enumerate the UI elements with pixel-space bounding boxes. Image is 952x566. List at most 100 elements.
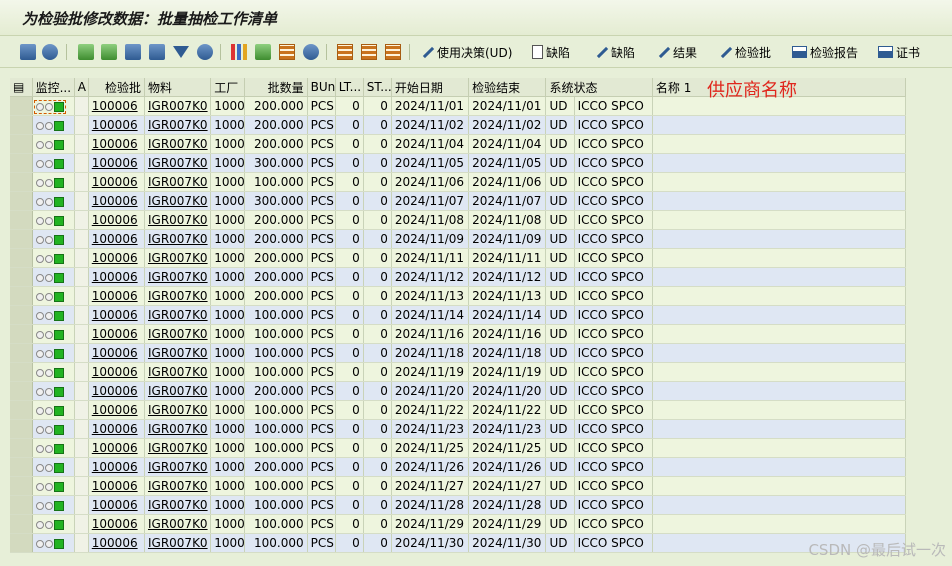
row-selector[interactable]: [10, 191, 33, 211]
row-selector[interactable]: [10, 381, 33, 401]
table-row[interactable]: 100006 IGR007K0 1000 300.000 PCS 0 0 2024/11/07…: [10, 191, 907, 211]
table-row[interactable]: 100006 IGR007K0 1000 300.000 PCS 0 0 2024/11/05…: [10, 153, 907, 173]
table-row[interactable]: 100006 IGR007K0 1000 200.000 PCS 0 0 2024/11/04…: [10, 134, 907, 154]
defect-button-1[interactable]: 缺陷: [532, 42, 570, 62]
inspection-lot-cell[interactable]: 100006: [88, 248, 145, 268]
material-cell[interactable]: IGR007K0: [144, 286, 212, 306]
inspection-lot-cell[interactable]: 100006: [88, 381, 145, 401]
inspection-lot-cell[interactable]: 100006: [88, 324, 145, 344]
column-header[interactable]: 检验批: [88, 78, 145, 97]
use-decision-button[interactable]: 使用决策(UD): [420, 42, 512, 62]
table-row[interactable]: 100006 IGR007K0 1000 100.000 PCS 0 0 2024/11/30…: [10, 533, 907, 553]
inspection-lot-cell[interactable]: 100006: [88, 457, 145, 477]
material-cell[interactable]: IGR007K0: [144, 96, 212, 116]
column-header[interactable]: ST...: [363, 78, 392, 97]
table-row[interactable]: 100006 IGR007K0 1000 200.000 PCS 0 0 2024/11/12…: [10, 267, 907, 287]
inspection-lot-cell[interactable]: 100006: [88, 134, 145, 154]
table-row[interactable]: 100006 IGR007K0 1000 200.000 PCS 0 0 2024/11/02…: [10, 115, 907, 135]
material-cell[interactable]: IGR007K0: [144, 267, 212, 287]
choose-layout-button[interactable]: [361, 42, 377, 62]
find-button[interactable]: [197, 42, 213, 62]
material-cell[interactable]: IGR007K0: [144, 362, 212, 382]
layout-button[interactable]: [337, 42, 353, 62]
inspection-lot-cell[interactable]: 100006: [88, 210, 145, 230]
row-selector[interactable]: [10, 343, 33, 363]
table-row[interactable]: 100006 IGR007K0 1000 200.000 PCS 0 0 2024/11/26…: [10, 457, 907, 477]
certificate-button[interactable]: 证书: [878, 42, 920, 62]
table-row[interactable]: 100006 IGR007K0 1000 100.000 PCS 0 0 2024/11/25…: [10, 438, 907, 458]
row-selector[interactable]: [10, 210, 33, 230]
filter-button[interactable]: [173, 42, 189, 62]
select-all-cell[interactable]: ▤: [10, 78, 33, 97]
column-header[interactable]: 监控...: [32, 78, 75, 97]
inspection-lot-cell[interactable]: 100006: [88, 476, 145, 496]
material-cell[interactable]: IGR007K0: [144, 457, 212, 477]
table-row[interactable]: 100006 IGR007K0 1000 200.000 PCS 0 0 2024/11/09…: [10, 229, 907, 249]
inspection-lot-cell[interactable]: 100006: [88, 533, 145, 553]
chart-button[interactable]: [231, 42, 247, 62]
table-row[interactable]: 100006 IGR007K0 1000 100.000 PCS 0 0 2024/11/18…: [10, 343, 907, 363]
table-row[interactable]: 100006 IGR007K0 1000 200.000 PCS 0 0 2024/11/20…: [10, 381, 907, 401]
column-header[interactable]: 系统状态: [545, 78, 653, 97]
column-header[interactable]: 批数量: [244, 78, 308, 97]
inspection-lot-cell[interactable]: 100006: [88, 229, 145, 249]
material-cell[interactable]: IGR007K0: [144, 495, 212, 515]
row-selector[interactable]: [10, 134, 33, 154]
row-selector[interactable]: [10, 153, 33, 173]
row-selector[interactable]: [10, 476, 33, 496]
row-selector[interactable]: [10, 267, 33, 287]
material-cell[interactable]: IGR007K0: [144, 305, 212, 325]
inspection-lot-cell[interactable]: 100006: [88, 172, 145, 192]
row-selector[interactable]: [10, 533, 33, 553]
inspection-lot-cell[interactable]: 100006: [88, 267, 145, 287]
table-row[interactable]: 100006 IGR007K0 1000 200.000 PCS 0 0 2024/11/13…: [10, 286, 907, 306]
material-cell[interactable]: IGR007K0: [144, 153, 212, 173]
inspection-lot-cell[interactable]: 100006: [88, 362, 145, 382]
sort-descending-button[interactable]: [149, 42, 165, 62]
material-cell[interactable]: IGR007K0: [144, 400, 212, 420]
column-header[interactable]: 检验结束: [468, 78, 547, 97]
material-cell[interactable]: IGR007K0: [144, 476, 212, 496]
inspection-lot-cell[interactable]: 100006: [88, 495, 145, 515]
row-selector[interactable]: [10, 248, 33, 268]
table-row[interactable]: 100006 IGR007K0 1000 100.000 PCS 0 0 2024/11/29…: [10, 514, 907, 534]
inspection-lot-cell[interactable]: 100006: [88, 96, 145, 116]
inspection-lot-cell[interactable]: 100006: [88, 514, 145, 534]
row-selector[interactable]: [10, 514, 33, 534]
config-button[interactable]: [20, 42, 36, 62]
table-row[interactable]: 100006 IGR007K0 1000 200.000 PCS 0 0 2024/11/08…: [10, 210, 907, 230]
table-row[interactable]: 100006 IGR007K0 1000 100.000 PCS 0 0 2024/11/14…: [10, 305, 907, 325]
view-button[interactable]: [303, 42, 319, 62]
table-row[interactable]: 100006 IGR007K0 1000 100.000 PCS 0 0 2024/11/28…: [10, 495, 907, 515]
details-button[interactable]: [78, 42, 94, 62]
row-selector[interactable]: [10, 172, 33, 192]
table-row[interactable]: 100006 IGR007K0 1000 100.000 PCS 0 0 2024/11/22…: [10, 400, 907, 420]
table-row[interactable]: 100006 IGR007K0 1000 100.000 PCS 0 0 2024/11/16…: [10, 324, 907, 344]
abc-analysis-button[interactable]: [279, 42, 295, 62]
column-header[interactable]: A: [74, 78, 89, 97]
refresh-button[interactable]: [42, 42, 58, 62]
row-selector[interactable]: [10, 305, 33, 325]
material-cell[interactable]: IGR007K0: [144, 419, 212, 439]
row-selector[interactable]: [10, 362, 33, 382]
row-selector[interactable]: [10, 324, 33, 344]
material-cell[interactable]: IGR007K0: [144, 438, 212, 458]
column-header[interactable]: 物料: [144, 78, 212, 97]
column-header[interactable]: LT...: [335, 78, 364, 97]
inspection-lot-cell[interactable]: 100006: [88, 400, 145, 420]
select-all-button[interactable]: [101, 42, 117, 62]
table-row[interactable]: 100006 IGR007K0 1000 100.000 PCS 0 0 2024/11/27…: [10, 476, 907, 496]
row-selector[interactable]: [10, 286, 33, 306]
row-selector[interactable]: [10, 115, 33, 135]
row-selector[interactable]: [10, 96, 33, 116]
inspection-report-button[interactable]: 检验报告: [792, 42, 858, 62]
row-selector[interactable]: [10, 419, 33, 439]
row-selector[interactable]: [10, 438, 33, 458]
result-button[interactable]: 结果: [656, 42, 697, 62]
material-cell[interactable]: IGR007K0: [144, 343, 212, 363]
row-selector[interactable]: [10, 457, 33, 477]
table-row[interactable]: 100006 IGR007K0 1000 100.000 PCS 0 0 2024/11/19…: [10, 362, 907, 382]
inspection-lot-cell[interactable]: 100006: [88, 115, 145, 135]
material-cell[interactable]: IGR007K0: [144, 533, 212, 553]
sort-ascending-button[interactable]: [125, 42, 141, 62]
